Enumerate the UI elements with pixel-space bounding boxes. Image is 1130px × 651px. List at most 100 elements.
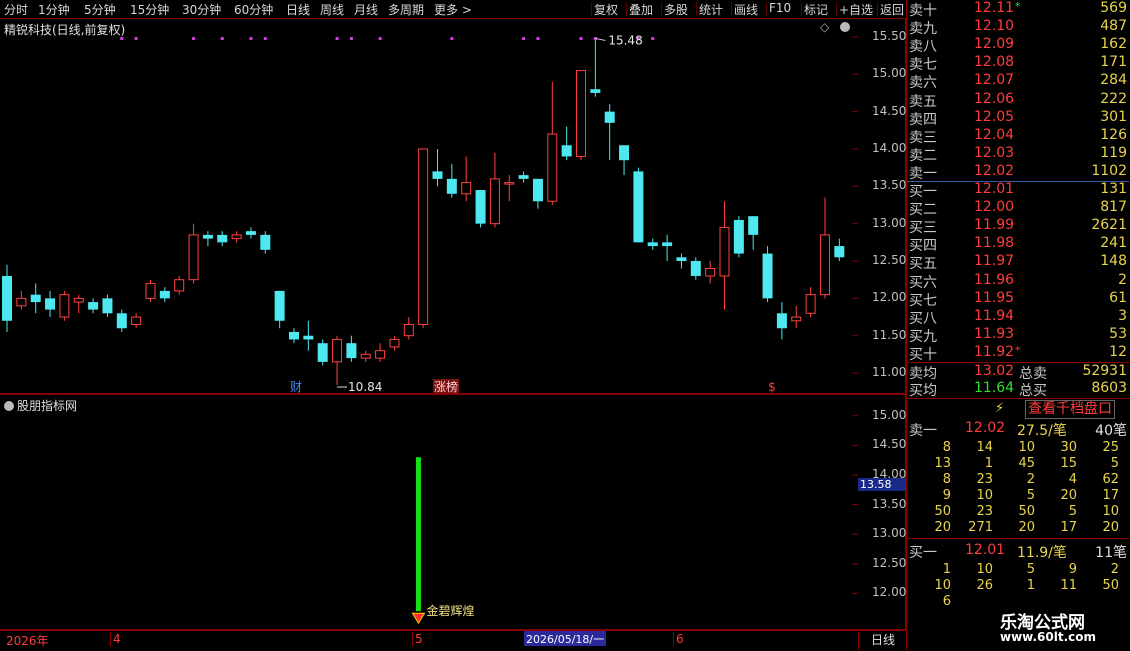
level-price: 11.99 (974, 217, 1015, 234)
queue-price: 12.02 (965, 420, 1006, 436)
signal-dot (378, 37, 382, 40)
toolbar: 分时 1分钟 5分钟 15分钟 30分钟 60分钟 日线 周线 月线 多周期 更多 > 复权 叠加 多股统… (0, 0, 906, 19)
toolbar-action[interactable]: 统计 (699, 1, 723, 18)
toolbar-separator (661, 2, 662, 16)
bid-row[interactable]: 买六 11.96 2 (907, 271, 1129, 291)
period-tab[interactable]: 多周期 (388, 1, 424, 18)
level-name: 买五 (909, 256, 937, 273)
level-name: 卖四 (909, 111, 937, 128)
period-tab[interactable]: 30分钟 (182, 1, 221, 18)
level-price: 11.95 (974, 289, 1015, 306)
level-volume: 301 (1100, 108, 1127, 125)
period-tab[interactable]: 5分钟 (84, 1, 116, 18)
toolbar-action[interactable]: 复权 (594, 1, 618, 18)
bid-row[interactable]: 买五 11.97 148 (907, 253, 1129, 273)
bid-row[interactable]: 买四 11.98 241 (907, 235, 1129, 254)
candle-body-up (145, 282, 156, 299)
toolbar-action[interactable]: 标记 (804, 1, 828, 18)
qiandang-button[interactable]: 查看千档盘口 (1025, 400, 1115, 419)
queue-order: 45 (1018, 456, 1035, 471)
indicator-tick: 15.00 (872, 407, 907, 422)
candle-body-down (619, 145, 630, 161)
queue-avg: 27.5/笔 (1017, 423, 1067, 439)
ask-row[interactable]: 卖三 12.04 126 (907, 127, 1129, 146)
period-tab[interactable]: 周线 (320, 1, 344, 18)
candle-body-up (188, 234, 199, 281)
ask-row[interactable]: 卖二 12.03 119 (907, 144, 1129, 164)
bid-row[interactable]: 买九 11.93 53 (907, 325, 1129, 345)
level-name: 卖十 (909, 3, 937, 19)
period-tab[interactable]: 60分钟 (234, 1, 273, 18)
bid-row[interactable]: 买二 12.00 817 (907, 199, 1129, 218)
period-tab[interactable]: 15分钟 (130, 1, 169, 18)
candle-body-up (489, 178, 500, 225)
signal-dot (579, 37, 583, 40)
candle-body-up (332, 338, 343, 363)
bid-row[interactable]: 买三 11.99 2621 (907, 217, 1129, 236)
period-tab[interactable]: 月线 (354, 1, 378, 18)
candle-body-down (748, 216, 759, 235)
toolbar-action[interactable]: 多股 (664, 1, 688, 18)
toolbar-action[interactable]: 画线 (734, 1, 758, 18)
queue-order: 25 (1102, 440, 1119, 455)
toolbar-action[interactable]: F10 (769, 1, 791, 15)
average-price: 13.02 (974, 363, 1015, 379)
candle-body-down (762, 253, 773, 299)
queue-order: 30 (1060, 440, 1077, 455)
queue-order: 1 (942, 562, 951, 577)
queue-order: 50 (1018, 504, 1035, 519)
toolbar-separator (877, 2, 878, 16)
toolbar-action[interactable]: 返回 (880, 1, 904, 18)
bid-row[interactable]: 买十 11.92 * 12 (907, 344, 1129, 363)
level-volume: 53 (1109, 325, 1127, 342)
level-price: 12.03 (974, 144, 1015, 161)
queue-order: 23 (976, 472, 993, 487)
candle-body-down (446, 178, 457, 194)
toolbar-action[interactable]: 叠加 (629, 1, 653, 18)
period-tab[interactable]: 日线 (286, 1, 310, 18)
level-price: 12.02 (974, 162, 1015, 179)
period-button[interactable]: 日线 (858, 631, 907, 650)
period-tab[interactable]: 分时 (4, 1, 28, 18)
bid-row[interactable]: 买一 12.01 131 (907, 181, 1129, 200)
candle-body-down (733, 219, 744, 254)
level-price: 11.96 (974, 271, 1015, 288)
level-price: 12.07 (974, 72, 1015, 89)
date-month-6: 6 (673, 632, 684, 646)
ask-row[interactable]: 卖六 12.07 284 (907, 72, 1129, 91)
level-price: 12.05 (974, 108, 1015, 125)
price-axis: 15.50 15.00 14.50 14.00 13.50 13.00 12.50 12.00… (858, 18, 906, 394)
ask-row[interactable]: 卖十 12.11 * 569 (907, 0, 1129, 19)
candle-body-up (418, 148, 429, 326)
candle-body-down (475, 190, 486, 224)
candle-body-down (289, 331, 299, 340)
queue-order: 62 (1102, 472, 1119, 487)
ask-row[interactable]: 卖五 12.06 222 (907, 91, 1129, 110)
candle-body-down (776, 313, 787, 329)
bid-row[interactable]: 买八 11.94 3 (907, 308, 1129, 327)
signal-dot (192, 37, 196, 40)
ask-row[interactable]: 卖一 12.02 1102 (907, 163, 1129, 182)
sell1-queue-header: 卖一 12.02 27.5/笔 40笔 (907, 420, 1129, 439)
toolbar-action[interactable]: +自选 (839, 1, 873, 18)
ask-row[interactable]: 卖七 12.08 171 (907, 54, 1129, 73)
ask-row[interactable]: 卖八 12.09 162 (907, 36, 1129, 55)
bid-row[interactable]: 买七 11.95 61 (907, 289, 1129, 309)
indicator-chart: 金碧辉煌 (411, 415, 858, 625)
level-volume: 817 (1100, 199, 1127, 216)
candle-body-up (16, 297, 27, 307)
candle-body-down (116, 313, 127, 329)
flag-icon: * (1015, 0, 1021, 13)
level-name: 卖九 (909, 21, 937, 38)
qiandang-header: ⚡ 查看千档盘口 (906, 398, 1130, 421)
date-year: 2026年 (6, 634, 49, 648)
ask-row[interactable]: 卖九 12.10 487 (907, 18, 1129, 38)
signal-dot (249, 37, 253, 40)
ask-row[interactable]: 卖四 12.05 301 (907, 108, 1129, 128)
average-name: 买均 (909, 383, 937, 399)
queue-order: 6 (942, 594, 951, 609)
toolbar-separator (626, 2, 627, 16)
period-tab[interactable]: 更多 > (434, 1, 472, 18)
level-volume: 569 (1100, 0, 1127, 16)
period-tab[interactable]: 1分钟 (38, 1, 70, 18)
